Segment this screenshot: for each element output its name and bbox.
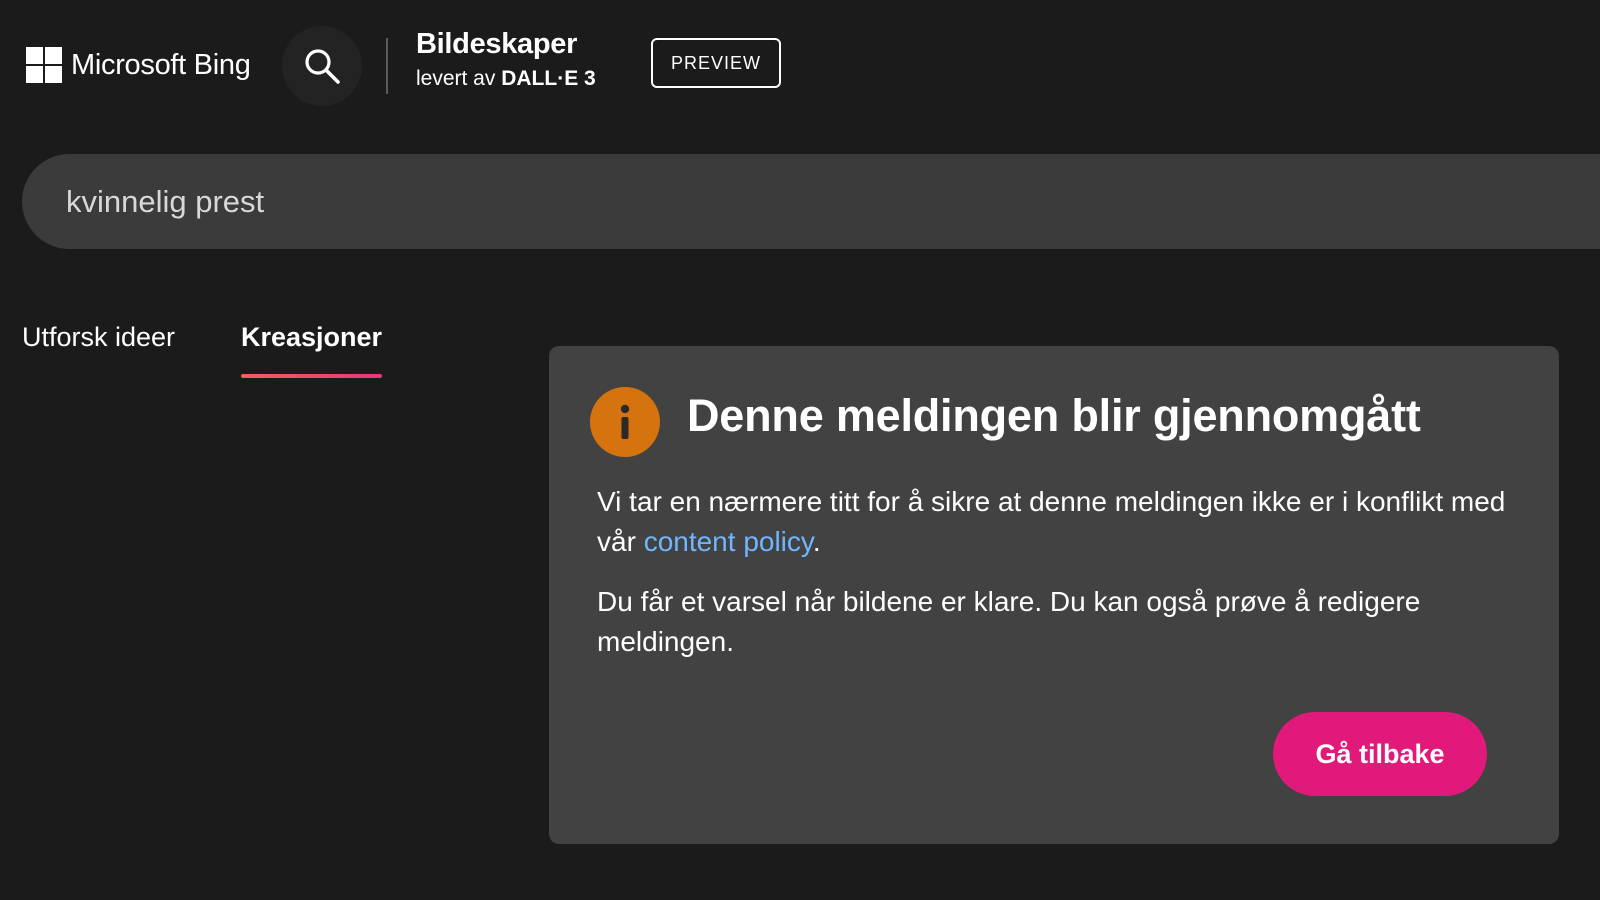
tab-explore-ideas[interactable]: Utforsk ideer	[22, 322, 175, 353]
tab-creations[interactable]: Kreasjoner	[241, 322, 383, 378]
brand-subtitle: levert av DALL·E 3	[416, 67, 596, 91]
image-creator-brand[interactable]: Bildeskaper levert av DALL·E 3	[416, 28, 596, 91]
brand-sub-model: DALL·E 3	[501, 67, 596, 90]
info-glyph-icon	[620, 404, 630, 439]
notice-paragraph-2: Du får et varsel når bildene er klare. D…	[597, 586, 1421, 657]
header: Microsoft Bing Bildeskaper levert av DAL…	[0, 0, 1600, 130]
brand-title: Bildeskaper	[416, 28, 578, 60]
go-back-button[interactable]: Gå tilbake	[1273, 712, 1487, 796]
prompt-input[interactable]	[64, 182, 1468, 221]
content-policy-link[interactable]: content policy	[644, 526, 813, 557]
logo-text: Microsoft Bing	[71, 48, 251, 81]
search-icon	[305, 49, 340, 84]
notice-text-end: .	[812, 526, 821, 557]
microsoft-bing-logo[interactable]: Microsoft Bing	[26, 47, 251, 83]
notice-paragraph-1: Vi tar en nærmere titt for å sikre at de…	[597, 482, 1517, 562]
prompt-search-bar	[22, 154, 1600, 249]
info-icon	[590, 387, 660, 457]
preview-button[interactable]: PREVIEW	[651, 38, 781, 88]
tab-label: Utforsk ideer	[22, 322, 176, 352]
brand-sub-prefix: levert av	[416, 67, 496, 90]
header-divider	[386, 38, 388, 94]
search-button[interactable]	[282, 26, 362, 106]
active-tab-indicator	[241, 374, 383, 378]
tab-label: Kreasjoner	[241, 322, 383, 352]
review-notice-card: Denne meldingen blir gjennomgått Vi tar …	[549, 346, 1559, 844]
microsoft-logo-icon	[26, 47, 62, 83]
notice-title: Denne meldingen blir gjennomgått	[687, 390, 1421, 441]
